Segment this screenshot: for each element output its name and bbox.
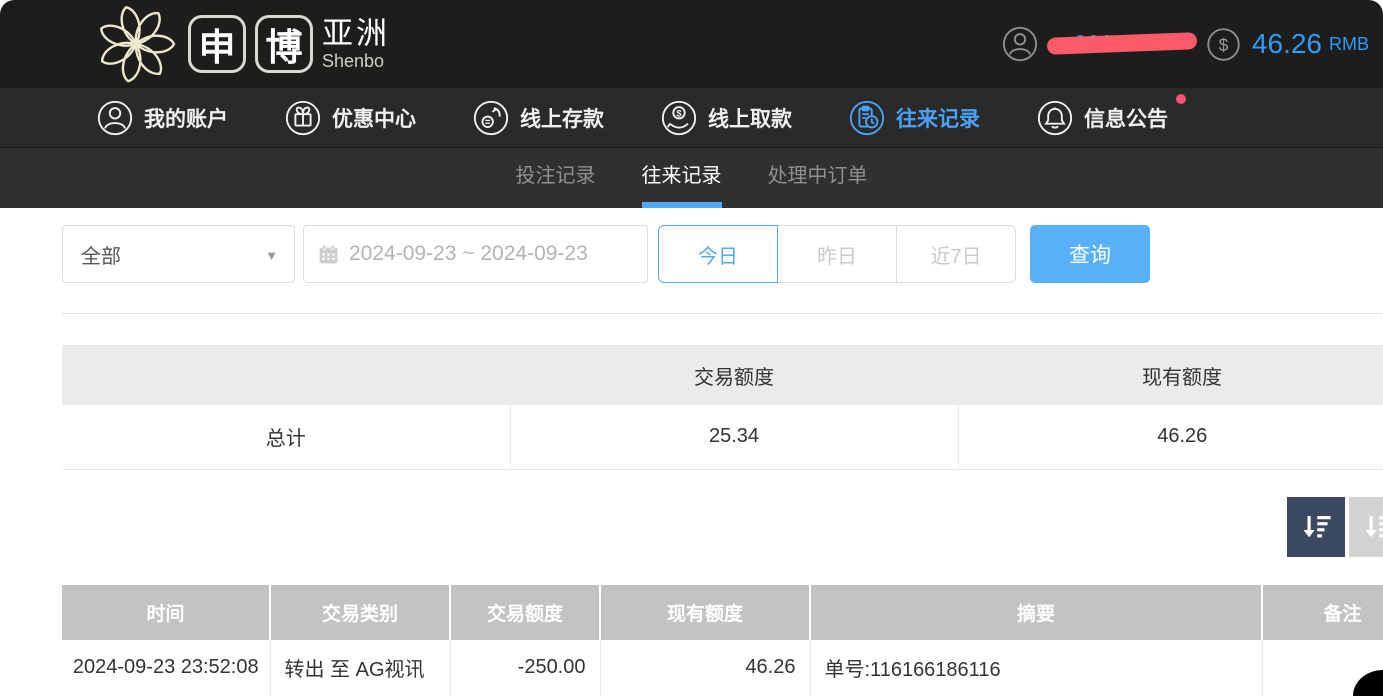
- record-row: 2024-09-23 23:52:08 转出 至 AG视讯 -250.00 46…: [62, 640, 1383, 696]
- tab-pending-orders[interactable]: 处理中订单: [768, 148, 868, 208]
- tab-transaction-records[interactable]: 往来记录: [642, 148, 722, 208]
- summary-total-row: 总计 25.34 46.26: [62, 405, 1383, 469]
- tab-betting-records[interactable]: 投注记录: [516, 148, 596, 208]
- record-type: 转出 至 AG视讯: [270, 640, 450, 696]
- summary-trade-total: 25.34: [510, 405, 958, 469]
- nav-label: 我的账户: [144, 103, 228, 133]
- dollar-circle-icon: $: [1205, 26, 1242, 63]
- user-icon: [96, 99, 134, 137]
- yesterday-button[interactable]: 昨日: [777, 225, 897, 283]
- type-select-value: 全部: [81, 240, 121, 269]
- sort-descending-icon: [1299, 510, 1333, 544]
- nav-label: 线上取款: [708, 103, 792, 133]
- notification-dot: [1176, 94, 1186, 104]
- nav-label: 信息公告: [1084, 103, 1168, 133]
- brand-char-shen: 申: [188, 15, 246, 73]
- summary-balance-total: 46.26: [958, 405, 1383, 469]
- summary-header-row: 交易额度 现有额度: [62, 345, 1383, 405]
- summary-header-blank: [62, 345, 510, 405]
- nav-item-transaction-records[interactable]: 往来记录: [848, 99, 980, 137]
- brand-text: 亚洲 Shenbo: [322, 18, 390, 70]
- date-range-input[interactable]: 2024-09-23 ~ 2024-09-23: [303, 225, 648, 283]
- calendar-icon: [318, 244, 339, 265]
- svg-text:$: $: [1219, 34, 1229, 54]
- summary-table: 交易额度 现有额度 总计 25.34 46.26: [62, 345, 1383, 470]
- summary-header-balance: 现有额度: [958, 345, 1383, 405]
- col-summary: 摘要: [810, 585, 1262, 640]
- nav-item-announcements[interactable]: 信息公告: [1036, 99, 1168, 137]
- balance-currency: RMB: [1329, 34, 1369, 55]
- col-note: 备注: [1262, 585, 1383, 640]
- bell-icon: [1036, 99, 1074, 137]
- withdraw-icon: $: [660, 99, 698, 137]
- svg-text:$: $: [676, 108, 682, 119]
- brand: 申 博 亚洲 Shenbo: [90, 0, 390, 88]
- record-balance: 46.26: [600, 640, 810, 696]
- nav-label: 线上存款: [520, 103, 604, 133]
- col-balance: 现有额度: [600, 585, 810, 640]
- records-table: 时间 交易类别 交易额度 现有额度 摘要 备注 2024-09-23 23:52…: [62, 585, 1383, 696]
- date-range-value: 2024-09-23 ~ 2024-09-23: [349, 242, 588, 266]
- sort-controls: [1287, 497, 1383, 557]
- record-summary: 单号:116166186116: [810, 640, 1262, 696]
- nav-label: 往来记录: [896, 103, 980, 133]
- nav-item-deposit[interactable]: 线上存款: [472, 99, 604, 137]
- deposit-icon: [472, 99, 510, 137]
- gift-icon: [284, 99, 322, 137]
- col-time: 时间: [62, 585, 270, 640]
- nav-item-my-account[interactable]: 我的账户: [96, 99, 228, 137]
- last7days-button[interactable]: 近7日: [896, 225, 1016, 283]
- brand-region: 亚洲: [322, 18, 390, 49]
- brand-subtitle: Shenbo: [322, 52, 390, 70]
- type-select[interactable]: 全部 ▼: [62, 225, 295, 283]
- search-button[interactable]: 查询: [1030, 225, 1150, 283]
- record-amount: -250.00: [450, 640, 600, 696]
- record-time: 2024-09-23 23:52:08: [62, 640, 270, 696]
- summary-total-label: 总计: [62, 405, 510, 469]
- section-divider: [62, 313, 1383, 314]
- sub-nav: 投注记录 往来记录 处理中订单: [0, 148, 1383, 208]
- main-nav: 我的账户 优惠中心 线上存款: [0, 88, 1383, 148]
- user-area: 00000 $ 46.26 RMB: [1001, 0, 1375, 88]
- nav-item-withdraw[interactable]: $ 线上取款: [660, 99, 792, 137]
- summary-header-trade: 交易额度: [510, 345, 958, 405]
- records-icon: [848, 99, 886, 137]
- col-amount: 交易额度: [450, 585, 600, 640]
- sort-ascending-icon: [1361, 510, 1383, 544]
- redaction-scribble: [1047, 32, 1198, 55]
- sort-ascending-button[interactable]: [1349, 497, 1383, 557]
- caret-down-icon: ▼: [265, 248, 278, 263]
- sort-descending-button[interactable]: [1287, 497, 1345, 557]
- nav-item-promotions[interactable]: 优惠中心: [284, 99, 416, 137]
- records-header-row: 时间 交易类别 交易额度 现有额度 摘要 备注: [62, 585, 1383, 640]
- user-avatar-icon[interactable]: [1001, 25, 1039, 63]
- masked-username: 00000: [1047, 25, 1199, 63]
- today-button[interactable]: 今日: [658, 225, 778, 283]
- quick-date-group: 今日 昨日 近7日: [658, 225, 1016, 283]
- app-header: 申 博 亚洲 Shenbo 00000 $ 46.26 RMB: [0, 0, 1383, 88]
- balance-amount: 46.26: [1252, 28, 1322, 60]
- page: 申 博 亚洲 Shenbo 00000 $ 46.26 RMB: [0, 0, 1383, 696]
- brand-char-bo: 博: [255, 15, 313, 73]
- flower-logo-icon: [90, 2, 182, 86]
- nav-label: 优惠中心: [332, 103, 416, 133]
- col-type: 交易类别: [270, 585, 450, 640]
